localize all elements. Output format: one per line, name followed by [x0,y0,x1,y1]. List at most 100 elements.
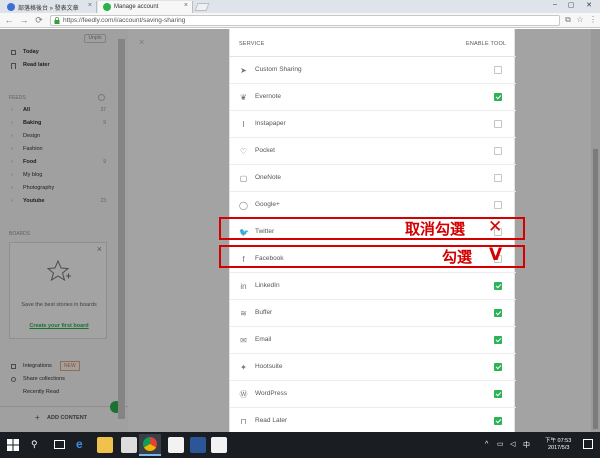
blog-favicon-icon [7,3,15,11]
enable-tool-checkbox[interactable] [494,417,502,425]
tray-chevron-icon[interactable]: ^ [485,441,488,448]
close-panel-icon[interactable]: × [139,37,144,47]
page-scrollbar-thumb[interactable] [593,149,598,429]
store-icon[interactable] [121,437,137,453]
browser-tab-blog[interactable]: 部落格後台 » 發表文章 × [2,1,97,13]
enable-tool-checkbox[interactable] [494,201,502,209]
enable-tool-checkbox[interactable] [494,282,502,290]
enable-tool-checkbox[interactable] [494,174,502,182]
close-tab-icon[interactable]: × [184,2,188,9]
twitter-annotation-text: 取消勾選 [405,220,466,238]
service-name: OneNote [255,174,282,181]
sidebar-item-feed[interactable]: › Youtube 23 [11,198,106,208]
sidebar-item-feed[interactable]: › Food 9 [11,159,106,169]
twitter-highlight-box [219,217,525,240]
service-row: ▢ OneNote [230,165,516,192]
check-mark-icon: V [489,245,503,265]
chevron-right-icon[interactable]: › [11,185,13,191]
chevron-right-icon[interactable]: › [11,198,13,204]
forward-arrow-icon[interactable]: → [18,14,30,26]
new-tab-button[interactable] [194,3,210,11]
sidebar-item-label: Share collections [23,376,65,382]
chevron-right-icon[interactable]: › [11,107,13,113]
close-window-icon[interactable]: ✕ [582,1,596,9]
close-tab-icon[interactable]: × [88,2,92,9]
close-promo-icon[interactable]: × [97,244,102,254]
chevron-right-icon[interactable]: › [11,159,13,165]
notepad-icon[interactable] [211,437,227,453]
volume-icon[interactable]: ◁ [510,440,515,448]
browser-tab-manage-account[interactable]: Manage account × [98,1,193,13]
service-name: Pocket [255,147,275,154]
sidebar-item-feed[interactable]: › All 37 [11,107,106,117]
unpin-button[interactable]: Unpin [84,34,106,43]
service-name: Hootsuite [255,363,283,370]
enable-tool-checkbox[interactable] [494,147,502,155]
feeds-settings-gear-icon[interactable] [98,94,105,101]
sidebar-item-feed[interactable]: › My blog [11,172,106,182]
enable-tool-checkbox[interactable] [494,66,502,74]
create-board-link[interactable]: Create your first board [10,323,108,329]
url-input[interactable]: https://feedly.com/i/account/saving-shar… [50,15,560,26]
file-explorer-icon[interactable] [97,437,113,453]
enable-tool-checkbox[interactable] [494,120,502,128]
chevron-right-icon[interactable]: › [11,120,13,126]
tab-title: Manage account [114,4,159,10]
services-table-header: SERVICE ENABLE TOOL [230,29,516,57]
windows-start-icon[interactable] [7,439,19,451]
document-icon[interactable] [168,437,184,453]
chrome-menu-icon[interactable]: ⋮ [587,14,599,26]
service-row: Ⓦ WordPress [230,381,516,408]
search-icon[interactable]: ⚲ [31,439,38,450]
service-name: Read Later [255,417,288,424]
feeds-heading: FEEDS [9,95,26,101]
chevron-right-icon[interactable]: › [11,172,13,178]
facebook-annotation-text: 勾選 [442,248,473,266]
sidebar-item-label: Design [23,133,41,139]
network-icon[interactable]: ▭ [497,440,504,448]
ime-icon[interactable]: 中 [523,440,530,450]
service-row: ◯ Google+ [230,192,516,219]
sidebar-scrollbar[interactable] [118,39,125,419]
sidebar-item-feed[interactable]: › Fashion [11,146,106,156]
enable-tool-column-header: ENABLE TOOL [466,41,507,47]
lock-icon [54,17,60,24]
enable-tool-checkbox[interactable] [494,390,502,398]
service-row: in LinkedIn [230,273,516,300]
sidebar-item-label: Food [23,159,37,165]
edge-browser-icon[interactable]: e [76,437,83,451]
maximize-window-icon[interactable]: ▢ [564,1,578,9]
unread-count: 23 [100,198,106,204]
enable-tool-checkbox[interactable] [494,336,502,344]
integrations-icon [11,364,16,369]
windows-taskbar: ⚲ e ^ ▭ ◁ 中 下午 07:53 2017/5/3 [0,432,600,458]
back-arrow-icon[interactable]: ← [3,14,15,26]
enable-tool-checkbox[interactable] [494,309,502,317]
chevron-right-icon[interactable]: › [11,133,13,139]
sidebar-item-label: Today [23,49,39,55]
bookmark-star-icon[interactable]: ☆ [574,14,586,26]
bookmark-icon: ⊓ [240,417,247,426]
task-view-icon[interactable] [54,440,65,449]
service-name: Email [255,336,272,343]
translate-icon[interactable]: ⧉ [562,14,574,26]
reload-icon[interactable]: ⟳ [33,14,45,26]
notification-center-icon[interactable] [583,439,593,449]
sidebar-item-feed[interactable]: › Photography [11,185,106,195]
service-column-header: SERVICE [239,41,265,47]
chrome-taskbar-active[interactable] [139,434,161,456]
clock-date[interactable]: 2017/5/3 [548,445,569,451]
clock-time[interactable]: 下午 07:53 [545,436,571,444]
enable-tool-checkbox[interactable] [494,93,502,101]
enable-tool-checkbox[interactable] [494,363,502,371]
boards-promo-card: × Save the best stories in boards Create… [9,242,107,339]
sidebar-item-label: Youtube [23,198,45,204]
minimize-window-icon[interactable]: – [548,1,562,8]
evernote-icon: ❦ [240,93,247,102]
email-icon: ✉ [240,336,247,345]
word-icon[interactable] [190,437,206,453]
unread-count: 9 [103,159,106,165]
chevron-right-icon[interactable]: › [11,146,13,152]
sidebar-item-feed[interactable]: › Design [11,133,106,143]
sidebar-item-feed[interactable]: › Baking 9 [11,120,106,130]
